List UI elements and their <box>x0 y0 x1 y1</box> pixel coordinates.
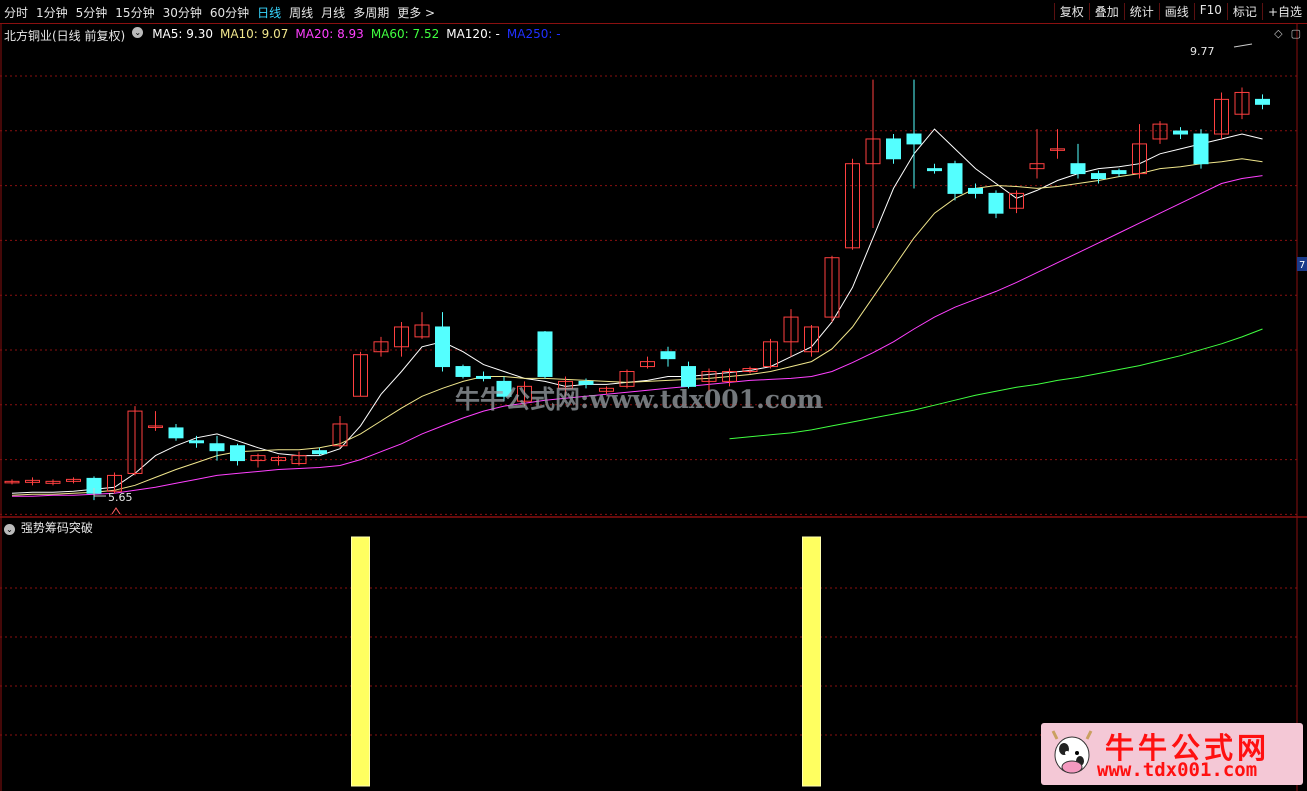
candle-body <box>476 375 491 379</box>
candle-body <box>660 351 676 360</box>
candle-body <box>1091 173 1106 180</box>
candle-body <box>1255 98 1270 105</box>
diamond-icon[interactable]: ◇ <box>1274 27 1282 40</box>
ma-label-4: MA120: - <box>446 27 500 41</box>
settings-circle-icon[interactable]: ⌄ <box>132 27 144 38</box>
logo-banner: 牛牛公式网 www.tdx001.com <box>1041 723 1303 785</box>
ma-label-5: MA250: - <box>506 27 561 41</box>
candle-body <box>230 445 245 462</box>
right-price-marker-label: 7 <box>1299 260 1305 271</box>
candle-body <box>168 427 184 439</box>
ma20-line <box>12 175 1263 497</box>
signal-arrow-icon <box>111 507 121 515</box>
indicator-settings-icon[interactable]: ⌄ <box>4 524 15 535</box>
candle-body <box>455 366 471 377</box>
ma-label-0: MA5: 9.30 <box>152 27 213 41</box>
candle-body <box>1111 170 1127 175</box>
candle-body <box>968 187 983 194</box>
candle-body <box>906 133 922 145</box>
cow-mascot-icon <box>1051 730 1093 774</box>
candle-body <box>927 168 942 172</box>
ma-label-3: MA60: 7.52 <box>370 27 440 41</box>
ma-legend: MA5: 9.30 MA10: 9.07 MA20: 8.93 MA60: 7.52 M… <box>152 27 560 44</box>
watermark-text: 牛牛公式网:www.tdx001.com <box>455 385 824 414</box>
candle-body <box>312 450 327 455</box>
candle-body <box>435 326 450 368</box>
candle-body <box>189 440 204 444</box>
candle-body <box>1173 130 1188 135</box>
stock-name-label[interactable]: 北方铜业(日线 前复权) <box>4 27 125 44</box>
info-bar: 北方铜业(日线 前复权) ⌄ MA5: 9.30 MA10: 9.07 MA20: … <box>4 27 561 44</box>
high-pointer <box>1233 43 1253 48</box>
low-price-label: 5.65 <box>108 491 133 504</box>
chart-controls: ◇ ▢ <box>1274 27 1301 40</box>
high-price-label: 9.77 <box>1190 45 1215 58</box>
candle-body <box>1070 163 1086 175</box>
signal-bar <box>351 536 370 787</box>
candle-body <box>886 138 901 160</box>
signal-bar <box>802 536 821 787</box>
candle-body <box>209 443 225 452</box>
candle-body <box>537 331 553 377</box>
candle-body <box>988 192 1004 214</box>
candle-body <box>1193 133 1209 165</box>
indicator-title-label: 强势筹码突破 <box>20 521 93 535</box>
indicator-title[interactable]: ⌄ 强势筹码突破 <box>4 519 93 536</box>
candle-body <box>947 163 963 194</box>
ma10-line <box>11 158 1263 496</box>
ma-label-2: MA20: 8.93 <box>295 27 364 41</box>
maximize-icon[interactable]: ▢ <box>1291 27 1301 40</box>
logo-url: www.tdx001.com <box>1097 759 1258 781</box>
ma-label-1: MA10: 9.07 <box>219 27 289 41</box>
